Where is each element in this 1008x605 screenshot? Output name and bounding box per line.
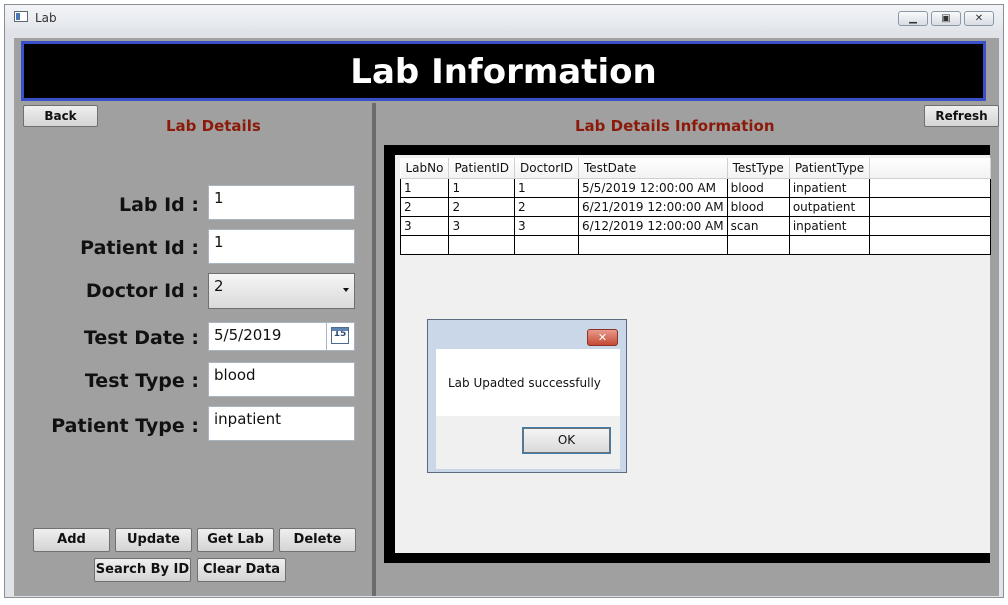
cell-doctorid[interactable]: 2 (514, 197, 579, 217)
lab-window: Lab ▁ ▣ ✕ Lab Information Back Lab Detai… (4, 4, 1004, 598)
column-header-filler (869, 158, 991, 179)
cell-empty[interactable] (448, 235, 516, 255)
cell-testdate[interactable]: 6/21/2019 12:00:00 AM (578, 197, 728, 217)
lab-details-information-title: Lab Details Information (575, 117, 775, 135)
column-header-doctorid[interactable]: DoctorID (514, 158, 579, 179)
cell-testtype[interactable]: blood (726, 178, 790, 198)
clear-data-button[interactable]: Clear Data (197, 558, 286, 582)
grid-header-row: LabNo PatientID DoctorID TestDate TestTy… (400, 158, 991, 179)
cell-testtype[interactable]: blood (726, 197, 790, 217)
cell-doctorid[interactable]: 3 (514, 216, 579, 236)
patient-type-label: Patient Type : (51, 415, 199, 437)
test-date-input[interactable]: 5/5/2019 (209, 323, 327, 350)
cell-filler (869, 216, 991, 236)
table-row[interactable]: 1 1 1 5/5/2019 12:00:00 AM blood inpatie… (399, 178, 991, 198)
column-header-testdate[interactable]: TestDate (578, 158, 728, 179)
dialog-body: Lab Upadted successfully OK (436, 349, 620, 469)
page-title: Lab Information (350, 52, 657, 92)
cell-patientid[interactable]: 2 (448, 197, 516, 217)
test-type-label: Test Type : (84, 370, 199, 392)
new-row[interactable] (399, 235, 991, 255)
cell-patienttype[interactable]: outpatient (788, 197, 871, 217)
minimize-button[interactable]: ▁ (898, 11, 928, 26)
delete-button[interactable]: Delete (279, 528, 356, 552)
restore-button[interactable]: ▣ (931, 11, 961, 26)
cell-empty[interactable] (578, 235, 728, 255)
header-banner: Lab Information (21, 41, 986, 101)
test-date-picker: 5/5/2019 15 (208, 322, 355, 351)
doctor-id-selected: 2 (214, 277, 224, 295)
calendar-icon[interactable]: 15 (331, 327, 349, 344)
cell-labno[interactable]: 1 (399, 178, 450, 198)
cell-patienttype[interactable]: inpatient (788, 178, 871, 198)
get-lab-button[interactable]: Get Lab (197, 528, 274, 552)
column-header-testtype[interactable]: TestType (727, 158, 790, 179)
patient-type-input[interactable]: inpatient (208, 406, 355, 441)
cell-testdate[interactable]: 5/5/2019 12:00:00 AM (578, 178, 728, 198)
chevron-down-icon (343, 288, 349, 292)
test-date-label: Test Date : (83, 327, 199, 349)
main-content: Lab Information Back Lab Details Lab Id … (14, 38, 999, 596)
cell-patientid[interactable]: 3 (448, 216, 516, 236)
app-icon (14, 11, 28, 22)
lab-data-grid[interactable]: LabNo PatientID DoctorID TestDate TestTy… (399, 158, 991, 255)
refresh-button[interactable]: Refresh (924, 105, 999, 127)
cell-patienttype[interactable]: inpatient (788, 216, 871, 236)
dialog-close-button[interactable]: ✕ (587, 329, 618, 346)
cell-empty[interactable] (399, 235, 450, 255)
ok-button[interactable]: OK (522, 427, 611, 454)
cell-empty[interactable] (514, 235, 579, 255)
cell-testtype[interactable]: scan (726, 216, 790, 236)
lab-id-input[interactable]: 1 (208, 185, 355, 220)
table-row[interactable]: 2 2 2 6/21/2019 12:00:00 AM blood outpat… (399, 197, 991, 217)
lab-details-title: Lab Details (166, 117, 261, 135)
patient-id-label: Patient Id : (80, 237, 199, 259)
cell-labno[interactable]: 3 (399, 216, 450, 236)
cell-filler (869, 178, 991, 198)
doctor-id-label: Doctor Id : (85, 280, 199, 302)
cell-testdate[interactable]: 6/12/2019 12:00:00 AM (578, 216, 728, 236)
cell-filler (869, 197, 991, 217)
window-title: Lab (35, 11, 57, 25)
lab-id-label: Lab Id : (118, 194, 199, 216)
back-button[interactable]: Back (23, 105, 98, 127)
update-button[interactable]: Update (115, 528, 192, 552)
cell-doctorid[interactable]: 1 (514, 178, 579, 198)
table-row[interactable]: 3 3 3 6/12/2019 12:00:00 AM scan inpatie… (399, 216, 991, 236)
panel-splitter[interactable] (372, 103, 376, 596)
dialog-message-area: Lab Upadted successfully (436, 349, 620, 416)
cell-patientid[interactable]: 1 (448, 178, 516, 198)
column-header-patientid[interactable]: PatientID (448, 158, 516, 179)
column-header-patienttype[interactable]: PatientType (789, 158, 871, 179)
add-button[interactable]: Add (33, 528, 110, 552)
close-button[interactable]: ✕ (964, 11, 994, 26)
test-type-input[interactable]: blood (208, 362, 355, 397)
cell-empty[interactable] (726, 235, 790, 255)
cell-filler (869, 235, 991, 255)
doctor-id-dropdown[interactable]: 2 (208, 273, 355, 309)
cell-labno[interactable]: 2 (399, 197, 450, 217)
message-dialog: ✕ Lab Upadted successfully OK (427, 319, 627, 473)
patient-id-input[interactable]: 1 (208, 229, 355, 264)
column-header-labno[interactable]: LabNo (400, 158, 450, 179)
search-by-id-button[interactable]: Search By ID (94, 558, 191, 582)
cell-empty[interactable] (788, 235, 871, 255)
title-bar[interactable]: Lab ▁ ▣ ✕ (5, 5, 1003, 31)
dialog-message: Lab Upadted successfully (448, 376, 601, 390)
